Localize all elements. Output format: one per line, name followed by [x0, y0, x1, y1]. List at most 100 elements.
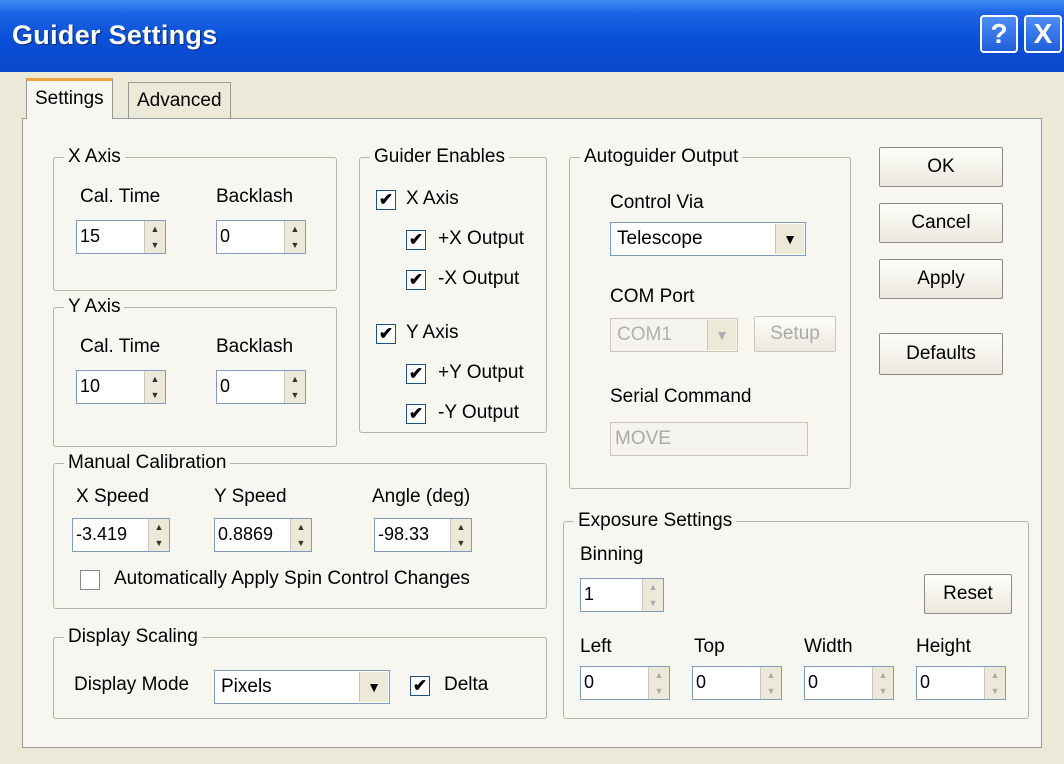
spin-down-icon[interactable]: ▼ — [451, 535, 471, 551]
tab-settings[interactable]: Settings — [26, 78, 113, 119]
height-arrows[interactable]: ▲ ▼ — [984, 667, 1005, 699]
height-spinner[interactable]: 0 ▲ ▼ — [916, 666, 1006, 700]
spin-up-icon[interactable]: ▲ — [291, 519, 311, 535]
chevron-down-icon[interactable]: ▼ — [707, 320, 736, 350]
guider-enables-group: Guider Enables ✔ X Axis ✔ +X Output ✔ -X… — [359, 146, 547, 433]
spin-up-icon[interactable]: ▲ — [149, 519, 169, 535]
y-cal-time-label: Cal. Time — [80, 336, 161, 357]
x-cal-time-spinner[interactable]: 15 ▲ ▼ — [76, 220, 166, 254]
y-axis-checkbox[interactable]: ✔ — [376, 324, 396, 344]
angle-arrows[interactable]: ▲ ▼ — [450, 519, 471, 551]
cancel-button[interactable]: Cancel — [879, 203, 1003, 243]
control-via-value: Telescope — [617, 228, 703, 249]
y-speed-arrows[interactable]: ▲ ▼ — [290, 519, 311, 551]
chevron-down-icon[interactable]: ▼ — [775, 224, 804, 254]
spin-down-icon[interactable]: ▼ — [643, 595, 663, 611]
left-arrows[interactable]: ▲ ▼ — [648, 667, 669, 699]
binning-spinner[interactable]: 1 ▲ ▼ — [580, 578, 664, 612]
top-label: Top — [694, 636, 725, 657]
spin-up-icon[interactable]: ▲ — [285, 371, 305, 387]
defaults-button[interactable]: Defaults — [879, 333, 1003, 375]
plus-x-output-checkbox[interactable]: ✔ — [406, 230, 426, 250]
x-speed-arrows[interactable]: ▲ ▼ — [148, 519, 169, 551]
y-cal-time-arrows[interactable]: ▲ ▼ — [144, 371, 165, 403]
serial-command-label: Serial Command — [610, 386, 752, 407]
display-mode-value: Pixels — [221, 676, 272, 697]
spin-up-icon[interactable]: ▲ — [761, 667, 781, 683]
delta-checkbox[interactable]: ✔ — [410, 676, 430, 696]
spin-up-icon[interactable]: ▲ — [643, 579, 663, 595]
top-arrows[interactable]: ▲ ▼ — [760, 667, 781, 699]
angle-spinner[interactable]: -98.33 ▲ ▼ — [374, 518, 472, 552]
x-backlash-arrows[interactable]: ▲ ▼ — [284, 221, 305, 253]
display-mode-dropdown[interactable]: Pixels ▼ — [214, 670, 390, 704]
auto-apply-checkbox[interactable] — [80, 570, 100, 590]
com-port-label: COM Port — [610, 286, 695, 307]
x-backlash-spinner[interactable]: 0 ▲ ▼ — [216, 220, 306, 254]
spin-down-icon[interactable]: ▼ — [145, 387, 165, 403]
minus-x-output-checkbox[interactable]: ✔ — [406, 270, 426, 290]
x-backlash-value: 0 — [220, 226, 231, 246]
dialog-title: Guider Settings — [12, 20, 218, 50]
spin-up-icon[interactable]: ▲ — [285, 221, 305, 237]
spin-down-icon[interactable]: ▼ — [985, 683, 1005, 699]
x-backlash-label: Backlash — [216, 186, 294, 207]
plus-y-output-checkbox[interactable]: ✔ — [406, 364, 426, 384]
angle-value: -98.33 — [378, 524, 430, 544]
help-button[interactable]: ? — [980, 15, 1018, 53]
width-arrows[interactable]: ▲ ▼ — [872, 667, 893, 699]
x-cal-time-arrows[interactable]: ▲ ▼ — [144, 221, 165, 253]
y-speed-spinner[interactable]: 0.8869 ▲ ▼ — [214, 518, 312, 552]
y-axis-group-title: Y Axis — [64, 296, 125, 318]
display-mode-label: Display Mode — [74, 674, 190, 695]
spin-down-icon[interactable]: ▼ — [649, 683, 669, 699]
minus-y-output-label: -Y Output — [438, 402, 519, 423]
spin-up-icon[interactable]: ▲ — [451, 519, 471, 535]
auto-apply-label: Automatically Apply Spin Control Changes — [114, 568, 470, 589]
x-axis-checkbox[interactable]: ✔ — [376, 190, 396, 210]
exposure-settings-group-title: Exposure Settings — [574, 510, 737, 532]
reset-button[interactable]: Reset — [924, 574, 1012, 614]
com-port-dropdown[interactable]: COM1 ▼ — [610, 318, 738, 352]
y-backlash-arrows[interactable]: ▲ ▼ — [284, 371, 305, 403]
spin-down-icon[interactable]: ▼ — [761, 683, 781, 699]
title-bar[interactable]: Guider Settings ? X — [0, 0, 1064, 72]
top-spinner[interactable]: 0 ▲ ▼ — [692, 666, 782, 700]
plus-x-output-label: +X Output — [438, 228, 525, 249]
spin-up-icon[interactable]: ▲ — [985, 667, 1005, 683]
spin-down-icon[interactable]: ▼ — [285, 237, 305, 253]
com-port-value: COM1 — [617, 324, 672, 345]
left-spinner[interactable]: 0 ▲ ▼ — [580, 666, 670, 700]
y-backlash-spinner[interactable]: 0 ▲ ▼ — [216, 370, 306, 404]
ok-button[interactable]: OK — [879, 147, 1003, 187]
spin-down-icon[interactable]: ▼ — [149, 535, 169, 551]
x-speed-spinner[interactable]: -3.419 ▲ ▼ — [72, 518, 170, 552]
setup-button[interactable]: Setup — [754, 316, 836, 352]
x-axis-group: X Axis Cal. Time 15 ▲ ▼ Backlash 0 ▲ ▼ — [53, 146, 337, 291]
binning-arrows[interactable]: ▲ ▼ — [642, 579, 663, 611]
control-via-dropdown[interactable]: Telescope ▼ — [610, 222, 806, 256]
y-cal-time-spinner[interactable]: 10 ▲ ▼ — [76, 370, 166, 404]
display-scaling-group: Display Scaling Display Mode Pixels ▼ ✔ … — [53, 626, 547, 719]
serial-command-field[interactable]: MOVE — [610, 422, 808, 456]
spin-up-icon[interactable]: ▲ — [649, 667, 669, 683]
width-spinner[interactable]: 0 ▲ ▼ — [804, 666, 894, 700]
spin-up-icon[interactable]: ▲ — [145, 371, 165, 387]
spin-up-icon[interactable]: ▲ — [145, 221, 165, 237]
y-axis-group: Y Axis Cal. Time 10 ▲ ▼ Backlash 0 ▲ ▼ — [53, 296, 337, 447]
chevron-down-icon[interactable]: ▼ — [359, 672, 388, 702]
spin-down-icon[interactable]: ▼ — [873, 683, 893, 699]
y-axis-checkbox-label: Y Axis — [406, 322, 459, 343]
spin-down-icon[interactable]: ▼ — [285, 387, 305, 403]
minus-y-output-checkbox[interactable]: ✔ — [406, 404, 426, 424]
width-value: 0 — [808, 672, 819, 692]
spin-down-icon[interactable]: ▼ — [145, 237, 165, 253]
apply-button[interactable]: Apply — [879, 259, 1003, 299]
spin-up-icon[interactable]: ▲ — [873, 667, 893, 683]
binning-value: 1 — [584, 584, 595, 604]
autoguider-output-group-title: Autoguider Output — [580, 146, 743, 168]
tab-advanced[interactable]: Advanced — [128, 82, 231, 119]
spin-down-icon[interactable]: ▼ — [291, 535, 311, 551]
guider-settings-dialog: Guider Settings ? X Settings Advanced X … — [0, 0, 1064, 764]
close-button[interactable]: X — [1024, 15, 1062, 53]
